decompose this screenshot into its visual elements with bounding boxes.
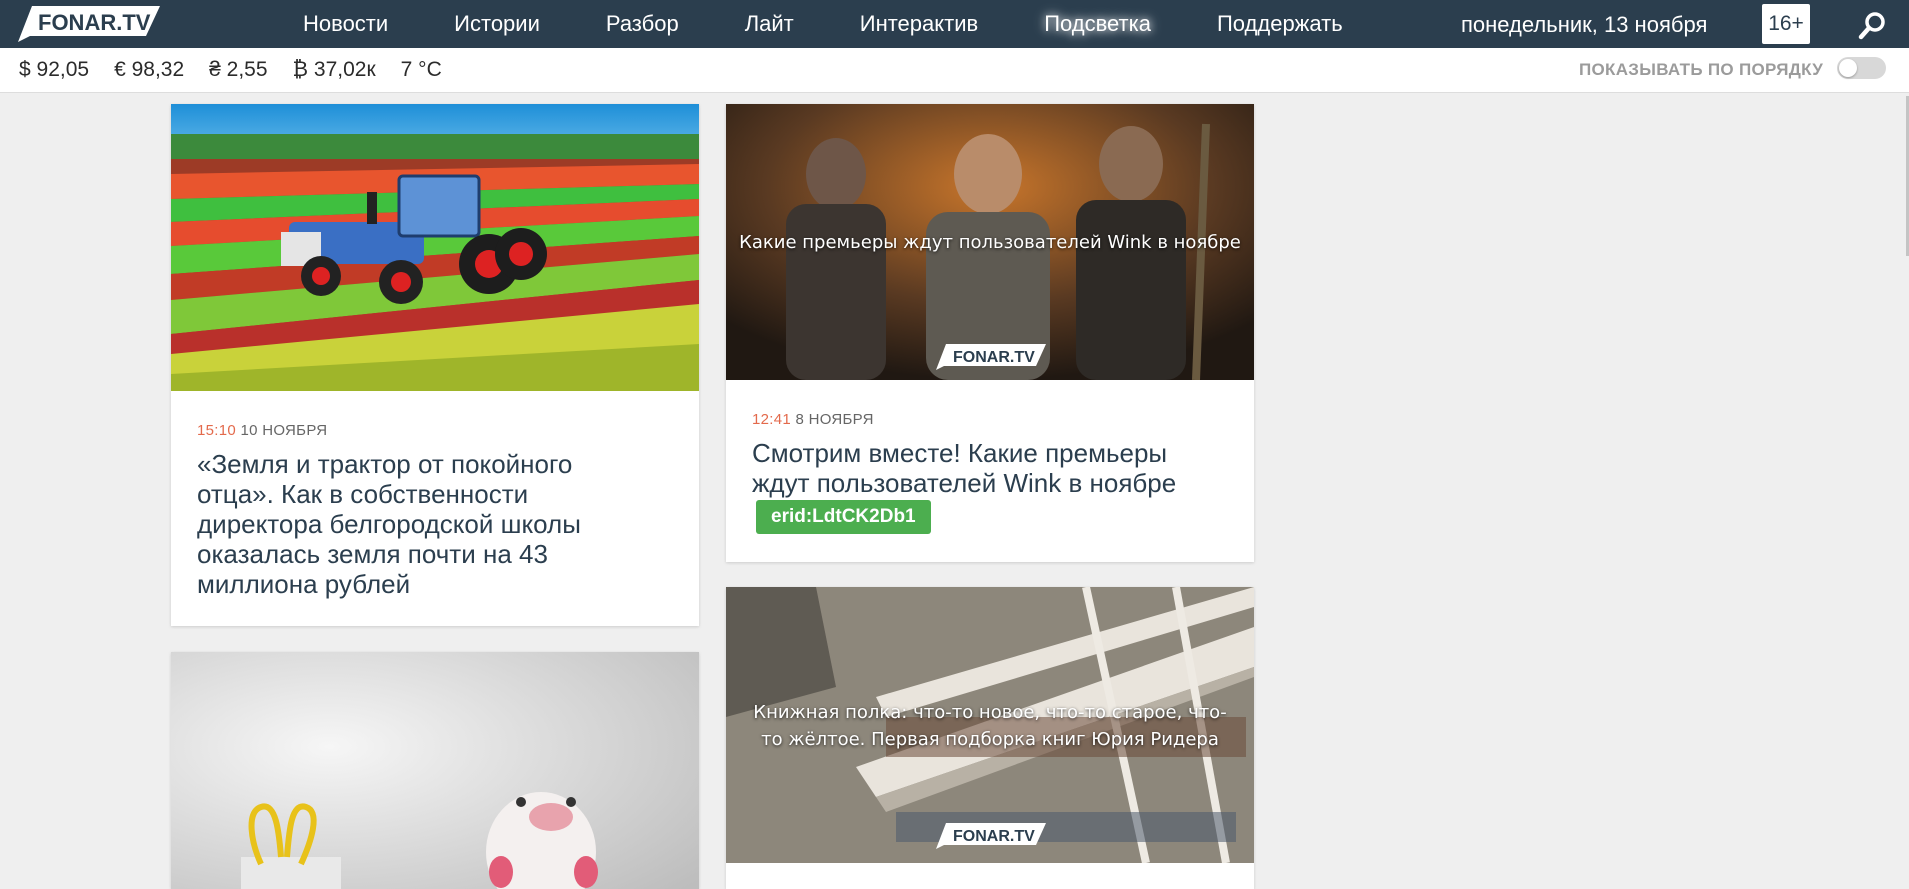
card-time: 12:41 [752,411,792,428]
card-date: 8 НОЯБРЯ [795,411,874,428]
age-rating-badge: 16+ [1762,4,1810,44]
card-title[interactable]: «Земля и трактор от покойного отца». Как… [197,449,637,599]
watermark-logo: FONAR.TV [936,344,1046,375]
nav-item-interactive[interactable]: Интерактив [827,11,1011,37]
order-toggle[interactable] [1837,57,1886,79]
watermark-logo: FONAR.TV [936,823,1046,854]
card-title[interactable]: Смотрим вместе! Какие премьеры ждут поль… [752,438,1222,498]
card-meta: 12:41 8 НОЯБРЯ [752,411,874,428]
nav-item-lite[interactable]: Лайт [712,11,827,37]
news-card[interactable]: 15:10 10 НОЯБРЯ «Земля и трактор от поко… [171,104,699,626]
svg-text:FONAR.TV: FONAR.TV [953,349,1035,366]
main-nav: Новости Истории Разбор Лайт Интерактив П… [270,0,1376,48]
nav-item-news[interactable]: Новости [270,11,421,37]
card-meta: 15:10 10 НОЯБРЯ [197,422,327,439]
nav-item-stories[interactable]: Истории [421,11,573,37]
image-caption: Книжная полка: что-то новое, что-то стар… [753,702,1227,750]
nav-item-highlight[interactable]: Подсветка [1011,11,1184,37]
rate-usd: $ 92,05 [19,58,90,81]
weather-temp: 7 °C [400,58,442,81]
info-bar: $ 92,05 € 98,32 ₴ 2,55 ₿ 37,02к 7 °C ПОК… [0,48,1909,93]
image-caption: Какие премьеры ждут пользователей Wink в… [739,232,1241,253]
rate-eur: € 98,32 [114,58,185,81]
nav-item-analysis[interactable]: Разбор [573,11,712,37]
svg-text:FONAR.TV: FONAR.TV [953,828,1035,845]
top-navbar: FONAR.TV Новости Истории Разбор Лайт Инт… [0,0,1909,48]
order-toggle-label: ПОКАЗЫВАТЬ ПО ПОРЯДКУ [1579,60,1824,79]
erid-badge: erid:LdtCK2Db1 [756,500,931,534]
current-date: понедельник, 13 ноября [1461,12,1708,37]
card-date: 10 НОЯБРЯ [240,422,328,439]
site-logo[interactable]: FONAR.TV [18,6,160,42]
toggle-knob [1839,59,1857,77]
card-time: 15:10 [197,422,237,439]
rate-btc: ₿ 37,02к [292,58,376,81]
news-card[interactable]: Книжная полка: что-то новое, что-то стар… [726,587,1254,889]
card-image-piggy [171,652,699,889]
card-image-bookshelf: Книжная полка: что-то новое, что-то стар… [726,587,1254,863]
card-image-wink: Какие премьеры ждут пользователей Wink в… [726,104,1254,380]
rates-list: $ 92,05 € 98,32 ₴ 2,55 ₿ 37,02к 7 °C [19,58,467,82]
news-card[interactable] [171,652,699,889]
logo-text: FONAR.TV [38,10,151,35]
rate-uah: ₴ 2,55 [209,58,268,81]
nav-item-support[interactable]: Поддержать [1184,11,1376,37]
card-image-tractor [171,104,699,391]
news-card[interactable]: Какие премьеры ждут пользователей Wink в… [726,104,1254,562]
search-icon[interactable] [1858,10,1888,40]
